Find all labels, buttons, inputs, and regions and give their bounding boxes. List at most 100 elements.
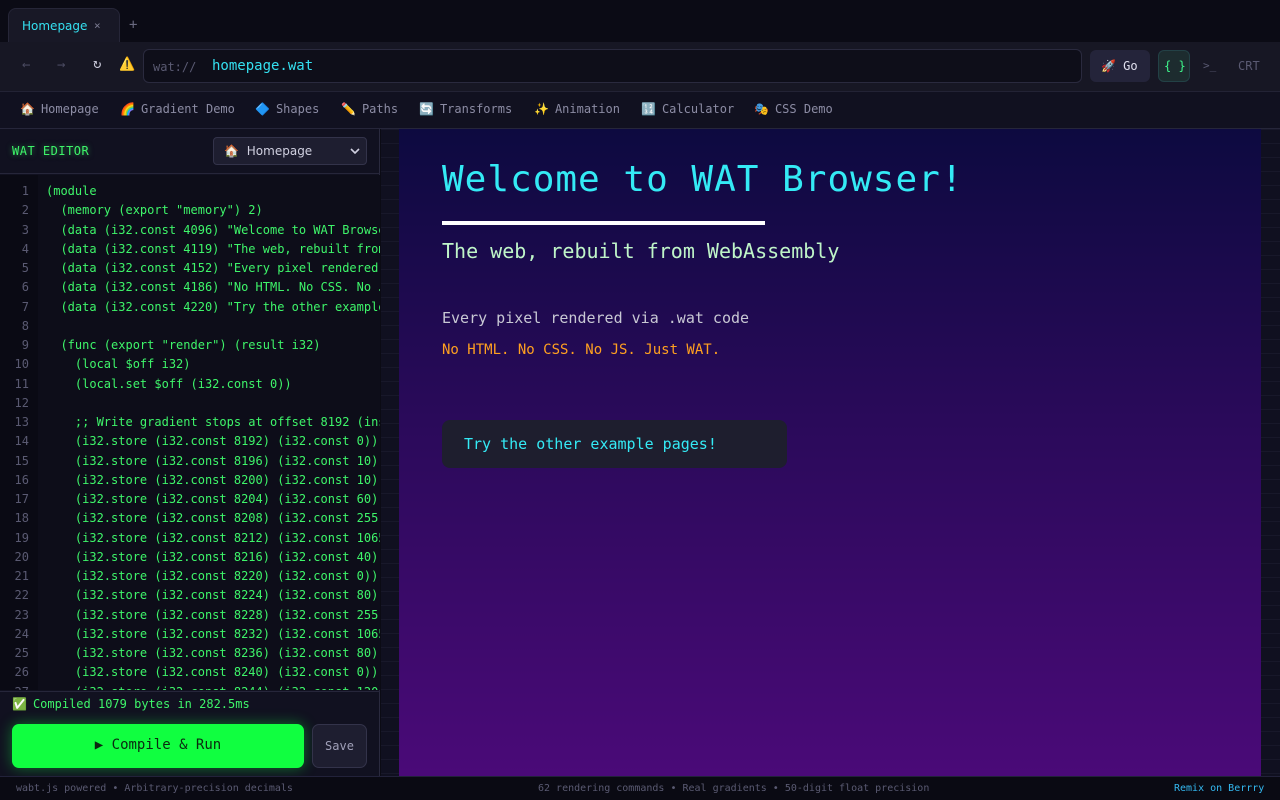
code-line: 3 (data (i32.const 4096) "Welcome to WAT… <box>0 221 380 240</box>
line-number: 21 <box>14 569 29 583</box>
code-text: (i32.store (i32.const 8220) (i32.const 0… <box>46 569 379 583</box>
masks-icon: 🎭 <box>754 102 769 116</box>
editor-header: WAT EDITOR 🏠 Homepage <box>0 129 380 174</box>
code-text: (func (export "render") (result i32) <box>46 338 321 352</box>
bookmark-label: Homepage <box>40 102 99 116</box>
toolbar: ← → ↻ ⚠️ wat:// homepage.wat 🚀 Go { } >_… <box>0 42 1280 92</box>
bookmark-homepage[interactable]: 🏠 Homepage <box>20 102 99 116</box>
terminal-button[interactable]: >_ <box>1203 59 1216 72</box>
code-line: 26 (i32.store (i32.const 8240) (i32.cons… <box>0 663 380 682</box>
code-line: 25 (i32.store (i32.const 8236) (i32.cons… <box>0 644 380 663</box>
page-text-line-1: Every pixel rendered via .wat code <box>442 309 750 327</box>
line-number: 5 <box>21 261 29 275</box>
code-line: 23 (i32.store (i32.const 8228) (i32.cons… <box>0 606 380 625</box>
back-button[interactable]: ← <box>22 57 30 73</box>
code-text: (local $off i32) <box>46 357 191 372</box>
code-line: 10 (local $off i32) <box>0 355 380 374</box>
pencil-icon: ✏️ <box>341 102 356 116</box>
code-text: ;; Write gradient stops at offset 8192 (… <box>74 415 380 429</box>
code-line: 18 (i32.store (i32.const 8208) (i32.cons… <box>0 509 380 528</box>
save-button[interactable]: Save <box>312 724 367 768</box>
code-line: 6 (data (i32.const 4186) "No HTML. No CS… <box>0 278 380 297</box>
url-scheme: wat:// <box>153 60 197 74</box>
close-icon[interactable]: × <box>94 19 101 32</box>
bookmark-label: CSS Demo <box>774 102 833 116</box>
bookmark-shapes[interactable]: 🔷 Shapes <box>255 102 319 116</box>
line-number: 24 <box>14 626 29 641</box>
home-icon: 🏠 <box>20 102 35 116</box>
code-text: (i32.store (i32.const 8196) (i32.const 1… <box>46 453 380 468</box>
sparkles-icon: ✨ <box>534 102 549 116</box>
go-button[interactable]: 🚀 Go <box>1090 50 1150 82</box>
new-tab-button[interactable]: + <box>129 17 137 33</box>
refresh-icon: 🔄 <box>419 102 434 116</box>
rainbow-icon: 🌈 <box>120 102 135 116</box>
page-select[interactable]: 🏠 Homepage <box>213 137 367 165</box>
tab-strip: Homepage × + <box>0 0 1280 42</box>
code-line: 4 (data (i32.const 4119) "The web, rebui… <box>0 240 380 259</box>
code-editor[interactable]: 1 (module 2 (memory (export "memory") 2) 3 … <box>0 175 380 690</box>
forward-button[interactable]: → <box>57 57 65 73</box>
url-input[interactable]: homepage.wat <box>212 58 313 74</box>
bookmark-calculator[interactable]: 🔢 Calculator <box>641 102 734 116</box>
code-line: 15 (i32.store (i32.const 8196) (i32.cons… <box>0 452 380 471</box>
compile-status: ✅ Compiled 1079 bytes in 282.5ms <box>0 691 380 716</box>
code-text: (i32.store (i32.const 8240) (i32.const 0… <box>46 665 379 680</box>
line-number: 15 <box>14 453 29 468</box>
crt-toggle-button[interactable]: CRT <box>1238 59 1260 73</box>
code-line: 12 <box>0 394 380 413</box>
numbers-icon: 🔢 <box>641 102 656 116</box>
bookmark-css-demo[interactable]: 🎭 CSS Demo <box>754 102 833 116</box>
bookmark-gradient-demo[interactable]: 🌈 Gradient Demo <box>120 102 235 116</box>
reload-button[interactable]: ↻ <box>93 56 101 72</box>
warning-icon: ⚠️ <box>119 57 136 72</box>
remix-link[interactable]: Remix on Berrry <box>1174 783 1264 794</box>
code-line: 2 (memory (export "memory") 2) <box>0 201 380 220</box>
bookmarks-bar: 🏠 Homepage 🌈 Gradient Demo 🔷 Shapes ✏️ Paths… <box>0 92 1280 129</box>
code-text: (i32.store (i32.const 8216) (i32.const 4… <box>46 549 380 564</box>
chevron-down-icon <box>350 148 360 154</box>
footer-left: wabt.js powered • Arbitrary-precision de… <box>16 783 293 794</box>
code-text: (i32.store (i32.const 8224) (i32.const 8… <box>46 588 380 603</box>
code-text: (memory (export "memory") 2) <box>46 203 263 218</box>
code-line: 1 (module <box>0 182 380 201</box>
bookmark-animation[interactable]: ✨ Animation <box>534 102 620 116</box>
bookmark-label: Transforms <box>439 102 513 116</box>
diamond-icon: 🔷 <box>255 102 270 116</box>
code-line: 7 (data (i32.const 4220) "Try the other … <box>0 298 380 317</box>
code-text: (i32.store (i32.const 8244) (i32.const 1… <box>46 683 380 691</box>
code-text: (i32.store (i32.const 8192) (i32.const 0… <box>46 434 379 449</box>
code-text: (i32.store (i32.const 8232) (i32.const 1… <box>74 626 380 641</box>
view-source-button[interactable]: { } <box>1158 50 1190 82</box>
footer-middle: 62 rendering commands • Real gradients •… <box>538 783 930 794</box>
bookmark-paths[interactable]: ✏️ Paths <box>341 102 398 116</box>
code-line: 19 (i32.store (i32.const 8212) (i32.cons… <box>0 529 380 548</box>
code-line: 17 (i32.store (i32.const 8204) (i32.cons… <box>0 490 380 509</box>
status-footer: wabt.js powered • Arbitrary-precision de… <box>0 776 1280 800</box>
line-number: 13 <box>14 415 29 429</box>
page-heading: Welcome to WAT Browser! <box>442 159 964 200</box>
code-line: 27 (i32.store (i32.const 8244) (i32.cons… <box>0 683 380 691</box>
bookmark-label: Animation <box>554 102 620 116</box>
bookmark-transforms[interactable]: 🔄 Transforms <box>419 102 512 116</box>
bookmark-label: Paths <box>361 102 399 116</box>
code-line: 13 ;; Write gradient stops at offset 819… <box>0 413 380 432</box>
line-number: 20 <box>14 549 29 564</box>
code-line: 20 (i32.store (i32.const 8216) (i32.cons… <box>0 548 380 567</box>
compile-run-button[interactable]: ▶ Compile & Run <box>12 724 304 768</box>
code-line: 8 <box>0 317 380 336</box>
page-subheading: The web, rebuilt from WebAssembly <box>442 239 840 263</box>
tab-homepage[interactable]: Homepage × <box>8 8 120 42</box>
bookmark-label: Gradient Demo <box>140 102 235 116</box>
code-text: (i32.store (i32.const 8208) (i32.const 2… <box>46 511 380 526</box>
rendered-page: Welcome to WAT Browser! The web, rebuilt… <box>399 129 1261 776</box>
cta-button[interactable]: Try the other example pages! <box>442 420 787 468</box>
check-icon: ✅ <box>12 697 27 711</box>
page-text-line-2: No HTML. No CSS. No JS. Just WAT. <box>442 342 721 358</box>
url-bar[interactable]: wat:// homepage.wat <box>143 49 1082 83</box>
code-text: (i32.store (i32.const 8236) (i32.const 8… <box>46 646 380 660</box>
code-text: (data (i32.const 4096) "Welcome to WAT B… <box>46 222 380 237</box>
editor-title: WAT EDITOR <box>12 144 90 158</box>
heading-underline <box>442 221 765 225</box>
line-number: 3 <box>21 222 29 237</box>
